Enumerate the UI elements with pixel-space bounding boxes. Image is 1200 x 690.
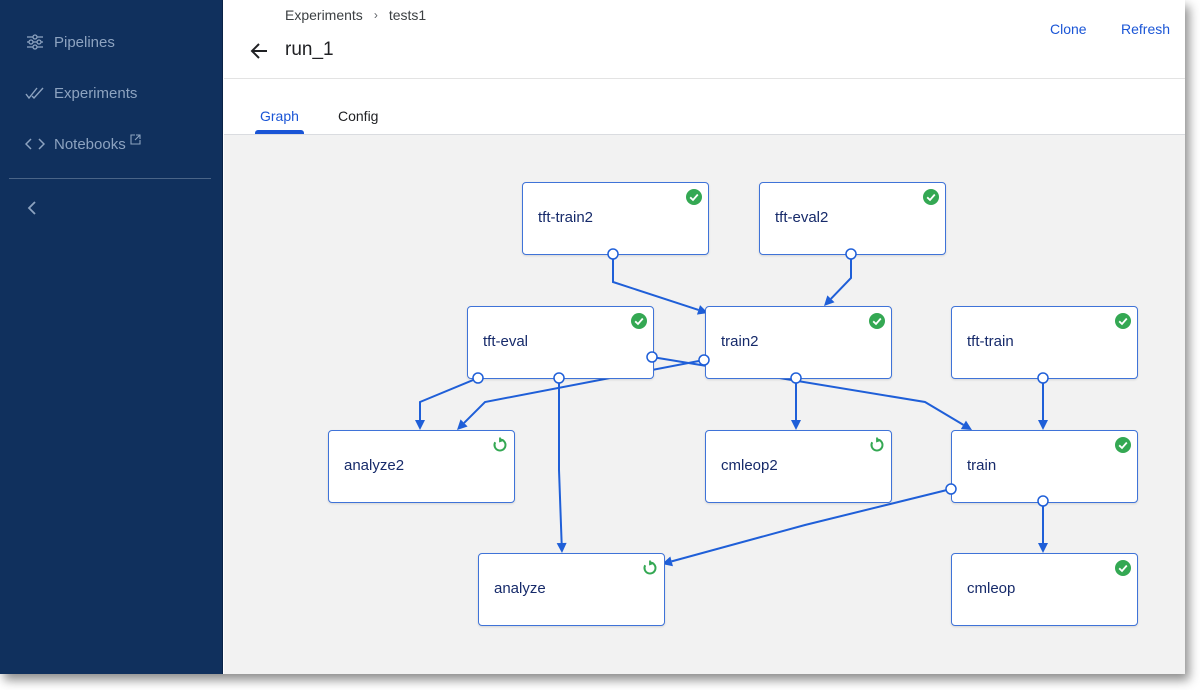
page-header: Experiments › tests1 run_1 Clone Refresh [224, 0, 1185, 79]
sidebar-item-label: Notebooks [54, 135, 126, 153]
back-button[interactable] [248, 42, 270, 64]
app-window: Pipelines Experiments Notebooks Experime… [0, 0, 1185, 674]
refresh-button[interactable]: Refresh [1121, 21, 1170, 37]
status-running-icon [642, 560, 658, 576]
node-label: tft-train2 [538, 209, 594, 226]
sidebar: Pipelines Experiments Notebooks [0, 0, 223, 674]
external-link-icon [130, 133, 141, 145]
sidebar-item-notebooks[interactable]: Notebooks [0, 124, 223, 164]
status-succeeded-icon [923, 189, 939, 205]
tab-config[interactable]: Config [338, 108, 378, 124]
node-label: analyze2 [344, 457, 405, 474]
graph-node-tft-train2[interactable]: tft-train2 [522, 182, 709, 255]
status-succeeded-icon [686, 189, 702, 205]
graph-node-cmleop2[interactable]: cmleop2 [705, 430, 892, 503]
status-running-icon [492, 437, 508, 453]
clone-button[interactable]: Clone [1050, 21, 1087, 37]
chevron-left-icon [27, 200, 37, 220]
breadcrumb-separator: › [373, 8, 378, 22]
status-succeeded-icon [631, 313, 647, 329]
node-label: tft-eval2 [775, 209, 829, 226]
sidebar-item-label: Experiments [54, 84, 138, 102]
status-running-icon [869, 437, 885, 453]
status-succeeded-icon [1115, 313, 1131, 329]
graph-node-analyze2[interactable]: analyze2 [328, 430, 515, 503]
node-label: cmleop2 [721, 457, 778, 474]
sidebar-item-experiments[interactable]: Experiments [0, 73, 223, 113]
node-label: analyze [494, 580, 546, 597]
breadcrumb-experiments[interactable]: Experiments [285, 7, 363, 23]
node-label: train2 [721, 333, 759, 350]
status-succeeded-icon [1115, 437, 1131, 453]
status-succeeded-icon [1115, 560, 1131, 576]
graph-node-tft-eval[interactable]: tft-eval [467, 306, 654, 379]
sidebar-divider [9, 178, 211, 179]
pipelines-icon [25, 32, 45, 52]
graph-node-analyze[interactable]: analyze [478, 553, 665, 626]
node-label: train [967, 457, 997, 474]
graph-node-tft-eval2[interactable]: tft-eval2 [759, 182, 946, 255]
graph-node-cmleop[interactable]: cmleop [951, 553, 1138, 626]
sidebar-item-label: Pipelines [54, 33, 115, 51]
status-succeeded-icon [869, 313, 885, 329]
graph-node-train2[interactable]: train2 [705, 306, 892, 379]
tab-bar: Graph Config [224, 80, 1185, 135]
node-label: cmleop [967, 580, 1016, 597]
breadcrumb: Experiments › tests1 [285, 7, 426, 23]
page-title: run_1 [285, 39, 334, 60]
node-label: tft-train [967, 333, 1014, 350]
experiments-icon [25, 83, 45, 103]
active-tab-indicator [255, 130, 304, 134]
node-label: tft-eval [483, 333, 529, 350]
sidebar-item-pipelines[interactable]: Pipelines [0, 22, 223, 62]
collapse-sidebar-button[interactable] [22, 200, 42, 220]
graph-node-train[interactable]: train [951, 430, 1138, 503]
graph-node-tft-train[interactable]: tft-train [951, 306, 1138, 379]
breadcrumb-experiment[interactable]: tests1 [389, 7, 426, 23]
tab-graph[interactable]: Graph [260, 108, 299, 124]
arrow-back-icon [250, 42, 268, 64]
notebooks-icon [25, 134, 45, 154]
